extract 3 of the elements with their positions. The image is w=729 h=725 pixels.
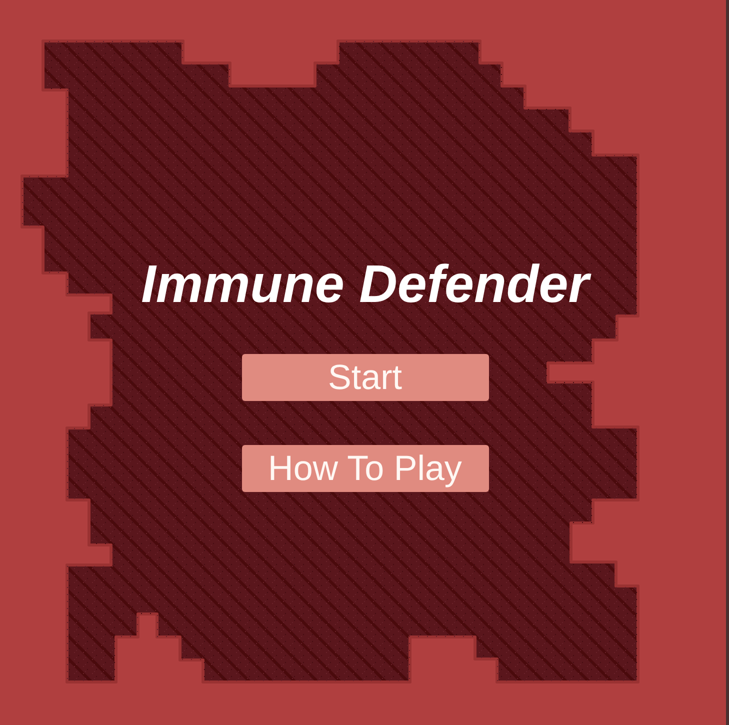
menu-button[interactable]: How To Play — [242, 445, 488, 492]
game-title: Immune Defender — [141, 257, 589, 313]
menu-button[interactable]: Start — [242, 354, 488, 401]
